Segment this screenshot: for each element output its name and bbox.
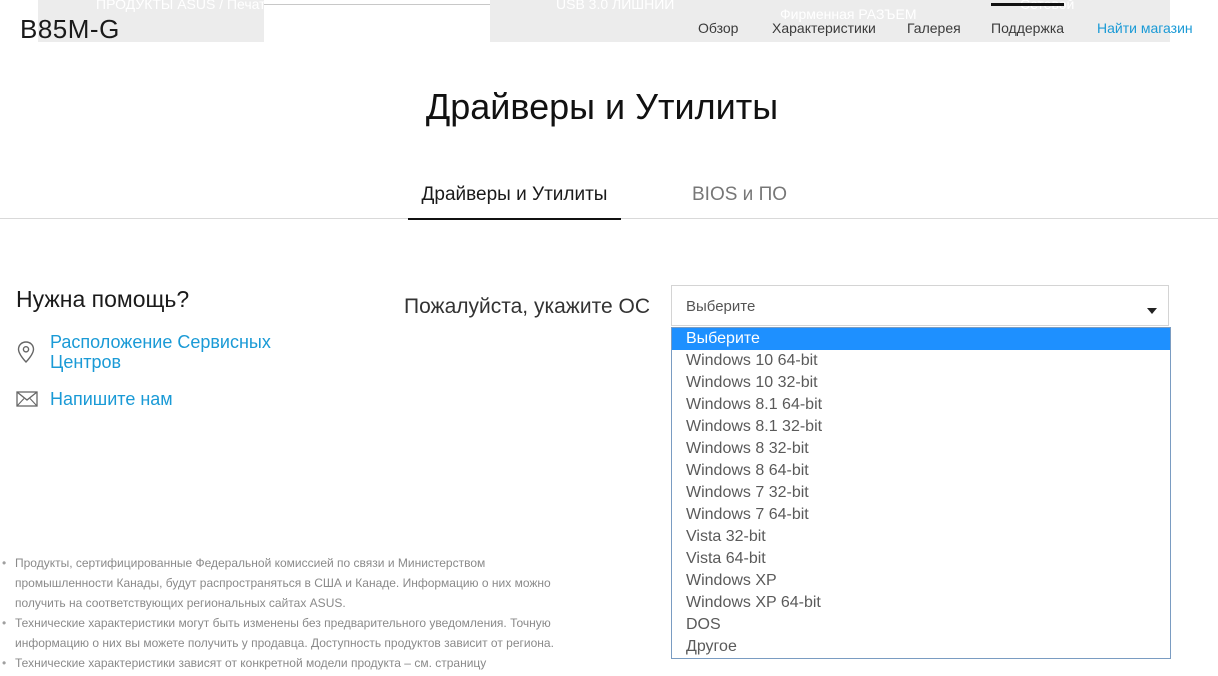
nav-support[interactable]: Поддержка	[991, 3, 1065, 36]
product-name[interactable]: B85M-G	[20, 14, 120, 45]
contact-us-link[interactable]: Напишите нам	[50, 389, 173, 409]
os-dropdown-list: Выберите Windows 10 64-bit Windows 10 32…	[671, 327, 1171, 659]
note-item: Технические характеристики зависят от ко…	[0, 653, 570, 673]
note-item: Технические характеристики могут быть из…	[0, 613, 570, 653]
nav-gallery[interactable]: Галерея	[907, 20, 961, 36]
tab-drivers-utilities[interactable]: Драйверы и Утилиты	[408, 184, 621, 220]
ghost-text: ПРОДУКТЫ ASUS / Печать	[96, 0, 264, 12]
os-option[interactable]: Windows 8.1 64-bit	[672, 394, 1170, 416]
caret-down-icon	[1146, 302, 1158, 320]
page-title: Драйверы и Утилиты	[425, 86, 779, 127]
os-select[interactable]: Выберите	[671, 285, 1169, 326]
os-option[interactable]: Другое	[672, 636, 1170, 658]
os-option[interactable]: Windows 8 64-bit	[672, 460, 1170, 482]
os-option[interactable]: Windows 7 64-bit	[672, 504, 1170, 526]
help-title: Нужна помощь?	[16, 286, 190, 312]
os-select-value: Выберите	[686, 298, 756, 315]
os-option[interactable]: DOS	[672, 614, 1170, 636]
os-option[interactable]: Windows 8 32-bit	[672, 438, 1170, 460]
support-tabs: Драйверы и Утилиты BIOS и ПО	[0, 178, 1218, 220]
os-option[interactable]: Windows 10 64-bit	[672, 350, 1170, 372]
os-option[interactable]: Windows 10 32-bit	[672, 372, 1170, 394]
note-item: Продукты, сертифицированные Федеральной …	[0, 553, 570, 613]
os-option[interactable]: Windows 7 32-bit	[672, 482, 1170, 504]
os-option[interactable]: Выберите	[672, 328, 1170, 350]
product-notes: Продукты, сертифицированные Федеральной …	[0, 553, 570, 673]
tab-bios-firmware[interactable]: BIOS и ПО	[692, 184, 787, 206]
os-select-label: Пожалуйста, укажите ОС	[404, 295, 650, 318]
nav-find-store[interactable]: Найти магазин	[1097, 20, 1193, 36]
ghost-text: Сетевой	[1020, 0, 1075, 12]
mail-icon	[16, 391, 38, 412]
os-option[interactable]: Windows XP 64-bit	[672, 592, 1170, 614]
os-option[interactable]: Vista 32-bit	[672, 526, 1170, 548]
os-option[interactable]: Vista 64-bit	[672, 548, 1170, 570]
ghost-text: USB 3.0 ЛИШНИЙ	[556, 0, 675, 12]
nav-overview[interactable]: Обзор	[698, 20, 738, 36]
os-option[interactable]: Windows XP	[672, 570, 1170, 592]
nav-specifications[interactable]: Характеристики	[772, 20, 876, 36]
header-divider	[264, 4, 490, 5]
service-centers-link[interactable]: Расположение Сервисных Центров	[50, 332, 300, 372]
os-option[interactable]: Windows 8.1 32-bit	[672, 416, 1170, 438]
location-pin-icon	[16, 340, 36, 369]
